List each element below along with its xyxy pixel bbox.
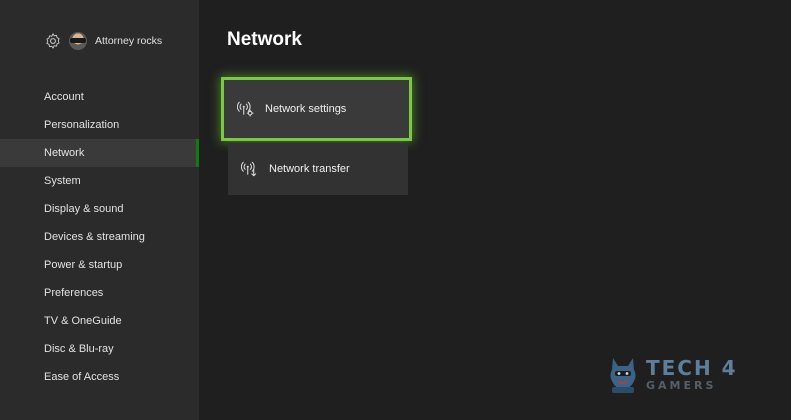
network-settings-tile[interactable]: Network settings xyxy=(221,77,412,141)
watermark-line1: TECH 4 xyxy=(646,355,738,380)
network-settings-icon xyxy=(236,100,255,118)
sidebar-item-personalization[interactable]: Personalization xyxy=(0,111,199,139)
sidebar-item-power-startup[interactable]: Power & startup xyxy=(0,251,199,279)
sidebar-item-network[interactable]: Network xyxy=(0,139,199,167)
gear-icon[interactable] xyxy=(44,32,62,50)
network-settings-label: Network settings xyxy=(265,103,347,115)
settings-nav: Account Personalization Network System D… xyxy=(0,83,199,391)
watermark-text: TECH 4 GAMERS xyxy=(646,358,738,391)
network-transfer-tile[interactable]: Network transfer xyxy=(228,143,408,195)
sidebar-item-tv-oneguide[interactable]: TV & OneGuide xyxy=(0,307,199,335)
sidebar-item-ease-of-access[interactable]: Ease of Access xyxy=(0,363,199,391)
profile-header[interactable]: Attorney rocks xyxy=(44,29,162,53)
watermark-line2: GAMERS xyxy=(646,378,717,392)
sidebar-item-account[interactable]: Account xyxy=(0,83,199,111)
avatar[interactable] xyxy=(69,32,87,50)
network-transfer-label: Network transfer xyxy=(269,163,350,175)
sidebar-item-devices-streaming[interactable]: Devices & streaming xyxy=(0,223,199,251)
settings-sidebar: Attorney rocks Account Personalization N… xyxy=(0,0,199,420)
sidebar-item-preferences[interactable]: Preferences xyxy=(0,279,199,307)
sidebar-item-disc-bluray[interactable]: Disc & Blu-ray xyxy=(0,335,199,363)
sidebar-item-system[interactable]: System xyxy=(0,167,199,195)
network-transfer-icon xyxy=(240,160,259,178)
mascot-icon xyxy=(606,354,640,394)
sidebar-item-display-sound[interactable]: Display & sound xyxy=(0,195,199,223)
page-title: Network xyxy=(227,29,302,50)
watermark-logo: TECH 4 GAMERS xyxy=(606,350,746,398)
gamertag: Attorney rocks xyxy=(95,35,163,47)
